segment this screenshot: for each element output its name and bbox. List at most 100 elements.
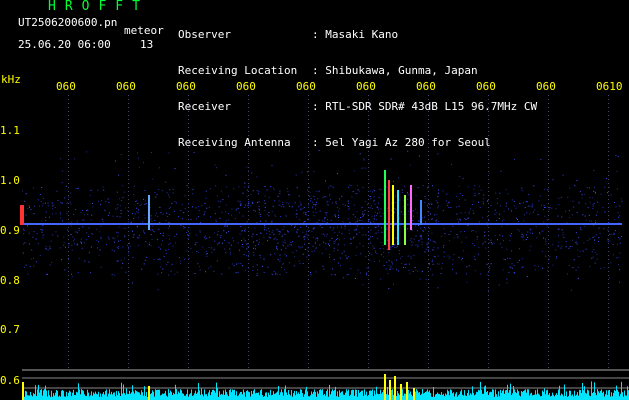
noise-dot xyxy=(335,216,337,218)
noise-dot xyxy=(337,214,339,216)
noise-dot xyxy=(227,195,229,197)
noise-dot xyxy=(395,247,397,248)
grid-dot xyxy=(188,343,189,344)
grid-dot xyxy=(368,215,369,216)
noise-dot xyxy=(237,200,239,202)
noise-dot xyxy=(259,213,261,215)
noise-dot xyxy=(80,241,82,242)
noise-dot xyxy=(185,232,187,234)
noise-dot xyxy=(82,226,84,228)
grid-dot xyxy=(428,283,429,284)
grid-dot xyxy=(68,219,69,220)
level-bar xyxy=(58,396,59,400)
noise-dot xyxy=(51,262,53,264)
level-bar xyxy=(211,392,212,400)
grid-dot xyxy=(68,343,69,344)
level-bar xyxy=(453,392,454,400)
noise-dot xyxy=(427,187,429,189)
grid-dot xyxy=(548,243,549,244)
noise-dot xyxy=(593,225,595,227)
level-bar xyxy=(136,391,137,400)
noise-dot xyxy=(243,254,245,256)
noise-dot xyxy=(348,256,350,258)
noise-dot xyxy=(251,172,253,174)
noise-dot xyxy=(330,219,332,221)
level-bar xyxy=(456,392,457,400)
noise-dot xyxy=(71,249,73,251)
noise-dot xyxy=(283,206,285,208)
level-bar xyxy=(473,393,474,400)
level-bar xyxy=(573,396,574,400)
noise-dot xyxy=(321,220,323,222)
noise-dot xyxy=(422,185,424,186)
noise-dot xyxy=(370,242,372,244)
grid-dot xyxy=(68,227,69,228)
level-bar xyxy=(83,390,84,400)
noise-dot xyxy=(70,225,72,227)
noise-dot xyxy=(457,219,459,220)
noise-dot xyxy=(427,170,429,172)
noise-dot xyxy=(403,267,405,268)
noise-dot xyxy=(518,220,519,222)
noise-dot xyxy=(28,232,30,234)
grid-dot xyxy=(368,319,369,320)
noise-dot xyxy=(222,199,224,201)
noise-dot xyxy=(310,274,312,276)
grid-dot xyxy=(608,303,609,304)
grid-dot xyxy=(128,127,129,128)
grid-dot xyxy=(68,339,69,340)
noise-dot xyxy=(313,196,315,197)
noise-dot xyxy=(344,228,346,230)
noise-dot xyxy=(341,196,343,198)
noise-dot xyxy=(473,195,475,197)
grid-dot xyxy=(608,327,609,328)
noise-dot xyxy=(197,206,199,208)
level-bar xyxy=(549,393,550,400)
grid-dot xyxy=(488,235,489,236)
noise-dot xyxy=(448,201,450,203)
grid-dot xyxy=(128,243,129,244)
date-time: 25.06.20 06:00 xyxy=(18,38,111,51)
grid-dot xyxy=(488,187,489,188)
grid-dot xyxy=(68,215,69,216)
level-bar xyxy=(84,394,85,400)
noise-dot xyxy=(228,213,230,214)
grid-dot xyxy=(488,247,489,248)
grid-dot xyxy=(608,275,609,276)
level-spike xyxy=(148,386,150,400)
noise-dot xyxy=(263,271,265,273)
level-bar xyxy=(621,381,622,400)
grid-dot xyxy=(488,347,489,348)
level-bar xyxy=(331,391,332,400)
grid-dot xyxy=(248,275,249,276)
noise-dot xyxy=(437,202,439,204)
noise-dot xyxy=(226,186,228,188)
noise-dot xyxy=(407,255,409,257)
grid-dot xyxy=(308,323,309,324)
level-bar xyxy=(509,390,510,400)
noise-dot xyxy=(303,207,305,209)
grid-dot xyxy=(128,119,129,120)
level-bar xyxy=(248,391,249,400)
noise-dot xyxy=(199,269,201,271)
noise-dot xyxy=(80,242,82,244)
noise-dot xyxy=(51,202,53,204)
noise-dot xyxy=(168,243,170,245)
noise-dot xyxy=(390,243,392,245)
noise-dot xyxy=(338,217,339,218)
grid-dot xyxy=(368,179,369,180)
noise-dot xyxy=(426,242,428,244)
noise-dot xyxy=(521,258,523,260)
grid-dot xyxy=(188,331,189,332)
noise-dot xyxy=(392,245,394,247)
noise-dot xyxy=(43,234,45,236)
noise-dot xyxy=(268,196,270,198)
noise-dot xyxy=(67,258,69,260)
grid-dot xyxy=(488,195,489,196)
noise-dot xyxy=(146,256,148,258)
grid-dot xyxy=(128,171,129,172)
noise-dot xyxy=(326,222,328,224)
noise-dot xyxy=(394,244,396,246)
level-bar xyxy=(195,390,196,400)
noise-dot xyxy=(278,233,280,235)
